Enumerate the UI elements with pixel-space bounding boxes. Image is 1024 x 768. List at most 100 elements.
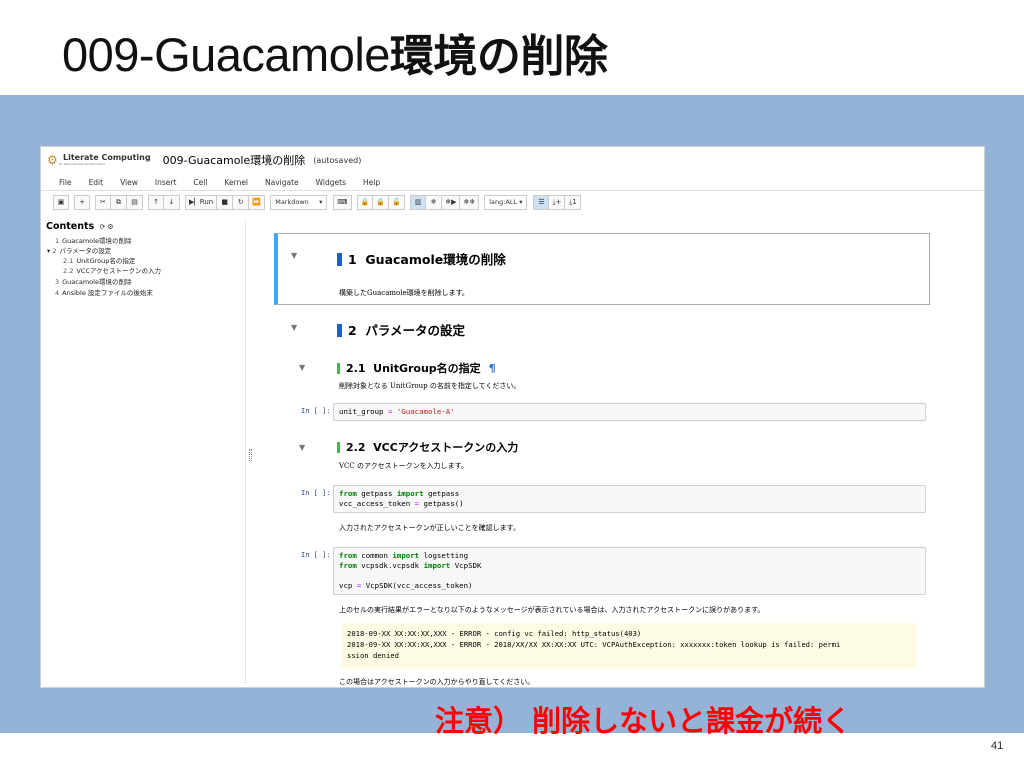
cell-description: VCC のアクセストークンを入力します。 (339, 462, 468, 470)
freeze-icon[interactable]: ❄ (426, 194, 443, 210)
heading-bar (337, 363, 340, 374)
toc-item-label: パラメータの設定 (59, 247, 112, 255)
save-icon[interactable]: ▣ (53, 194, 69, 210)
refresh-icon[interactable]: ⟳ (100, 223, 106, 231)
toc-item-3[interactable]: 3 Guacamole環境の削除 (55, 276, 131, 286)
menu-help[interactable]: Help (363, 178, 380, 187)
code-line: from getpass import getpass (339, 489, 460, 498)
code-line: unit_group = 'Guacamole-A' (339, 407, 455, 416)
restart-icon[interactable]: ↻ (233, 194, 250, 210)
stop-icon[interactable]: ■ (217, 194, 234, 210)
output-line: 2018-09-XX XX:XX:XX,XXX - ERROR - 2018/X… (347, 640, 841, 649)
toc-item-label: VCCアクセストークンの入力 (76, 267, 162, 275)
pin-insert-icon[interactable]: ⤓+ (549, 194, 566, 210)
cell-description: 構築したGuacamole環境を削除します。 (339, 289, 469, 297)
cut-icon[interactable]: ✂ (95, 194, 111, 210)
toc-item-1[interactable]: 1 Guacamole環境の削除 (55, 235, 131, 245)
warning-notice: 注意） 削除しないと課金が続く (435, 704, 852, 738)
toc-item-num: 2 (52, 247, 57, 255)
lang-value: lang:ALL (489, 198, 518, 206)
collapse-caret-icon[interactable]: ▾ (47, 247, 50, 255)
pin-one-icon[interactable]: ⤓1 (565, 194, 582, 210)
lock-all-icon[interactable]: 🔒 (373, 194, 390, 210)
input-prompt: In [ ]: (301, 407, 331, 415)
code-cell[interactable]: from common import logsetting from vcpsd… (333, 547, 926, 595)
heading-1: 1 Guacamole環境の削除 (337, 249, 506, 268)
toc-item-num: 3 (55, 278, 60, 286)
heading-2-2: 2.2 VCCアクセストークンの入力 (337, 439, 518, 455)
menu-insert[interactable]: Insert (155, 178, 177, 187)
menu-edit[interactable]: Edit (89, 178, 104, 187)
error-output-block: 2018-09-XX XX:XX:XX,XXX - ERROR - config… (341, 623, 916, 669)
keyboard-icon[interactable]: ⌨ (333, 194, 352, 210)
menu-file[interactable]: File (59, 178, 72, 187)
add-cell-icon[interactable]: + (74, 194, 90, 210)
list-icon[interactable]: ☰ (533, 194, 550, 210)
copy-icon[interactable]: ⧉ (111, 194, 127, 210)
toc-item-2[interactable]: ▾ 2 パラメータの設定 (47, 245, 111, 255)
lang-select[interactable]: lang:ALL ▾ (484, 194, 528, 210)
code-line: vcc_access_token = getpass() (339, 499, 464, 508)
lock-icon[interactable]: 🔒 (356, 194, 374, 210)
run-label: Run (199, 198, 214, 206)
heading-text: Guacamole環境の削除 (365, 252, 506, 267)
toc-item-num: 2.2 (63, 267, 74, 275)
move-up-icon[interactable]: ↑ (148, 194, 164, 210)
chevron-down-icon: ▾ (308, 198, 323, 206)
heading-bar (337, 253, 342, 266)
menu-cell[interactable]: Cell (193, 178, 207, 187)
toc-item-label: Ansible 設定ファイルの後始末 (62, 289, 153, 297)
heading-bar (337, 442, 340, 453)
menu-view[interactable]: View (120, 178, 138, 187)
collapse-caret-icon[interactable]: ▼ (299, 443, 305, 452)
heading-num: 2.1 (346, 362, 366, 375)
menu-widgets[interactable]: Widgets (316, 178, 346, 187)
toc-title: Contents ⟳ ⚙ (46, 221, 114, 232)
toc-toggle-icon[interactable]: ▥ (410, 194, 427, 210)
freeze-all-icon[interactable]: ❄❄ (460, 194, 480, 210)
freeze-run-icon[interactable]: ❄▶ (442, 194, 461, 210)
code-line: from vcpsdk.vcpsdk import VcpSDK (339, 561, 482, 570)
anchor-link[interactable]: ¶ (489, 362, 496, 375)
cell-description: 削除対象となる UnitGroup の名前を指定してください。 (339, 382, 521, 390)
slide-title-jp: 環境の削除 (389, 31, 608, 82)
collapse-caret-icon[interactable]: ▼ (299, 363, 305, 372)
toc-item-num: 1 (55, 237, 60, 245)
menu-kernel[interactable]: Kernel (224, 178, 248, 187)
toc-item-2-2[interactable]: 2.2 VCCアクセストークンの入力 (63, 265, 161, 275)
unlock-icon[interactable]: 🔓 (389, 194, 406, 210)
output-line: ssion denied (347, 651, 399, 660)
heading-num: 1 (348, 252, 357, 267)
toc-item-num: 2.1 (63, 257, 74, 265)
toc-item-4[interactable]: 4 Ansible 設定ファイルの後始末 (55, 287, 153, 297)
toc-title-text: Contents (46, 221, 95, 232)
toc-item-2-1[interactable]: 2.1 UnitGroup名の指定 (63, 255, 135, 265)
run-button[interactable]: ▶▏ Run (185, 194, 218, 210)
paste-icon[interactable]: ▤ (127, 194, 143, 210)
input-prompt: In [ ]: (301, 551, 331, 559)
heading-text: パラメータの設定 (365, 323, 466, 338)
notebook-name[interactable]: 009-Guacamole環境の削除 (163, 152, 306, 168)
autosaved-status: (autosaved) (313, 155, 362, 165)
code-cell[interactable]: unit_group = 'Guacamole-A' (333, 403, 926, 421)
heading-text: UnitGroup名の指定 (373, 362, 481, 375)
sidebar-resize-handle[interactable] (249, 449, 252, 461)
logo[interactable]: ⚙ Literate Computing for Reproducible In… (47, 153, 151, 167)
code-cell[interactable]: from getpass import getpass vcc_access_t… (333, 485, 926, 513)
toc-item-label: Guacamole環境の削除 (62, 278, 132, 286)
input-prompt: In [ ]: (301, 489, 331, 497)
fast-forward-icon[interactable]: ⏩ (249, 194, 266, 210)
heading-2-1: 2.1 UnitGroup名の指定 ¶ (337, 360, 496, 376)
move-down-icon[interactable]: ↓ (164, 194, 180, 210)
page-number: 41 (991, 740, 1004, 752)
settings-gear-icon[interactable]: ⚙ (107, 223, 113, 231)
collapse-caret-icon[interactable]: ▼ (291, 251, 297, 260)
logo-text: Literate Computing (63, 153, 151, 162)
cell-description: 入力されたアクセストークンが正しいことを確認します。 (339, 524, 520, 532)
code-line: from common import logsetting (339, 551, 469, 560)
notebook-screenshot: ⚙ Literate Computing for Reproducible In… (40, 146, 985, 688)
menu-navigate[interactable]: Navigate (265, 178, 299, 187)
cell-type-select[interactable]: Markdown ▾ (270, 194, 328, 210)
collapse-caret-icon[interactable]: ▼ (291, 323, 297, 332)
